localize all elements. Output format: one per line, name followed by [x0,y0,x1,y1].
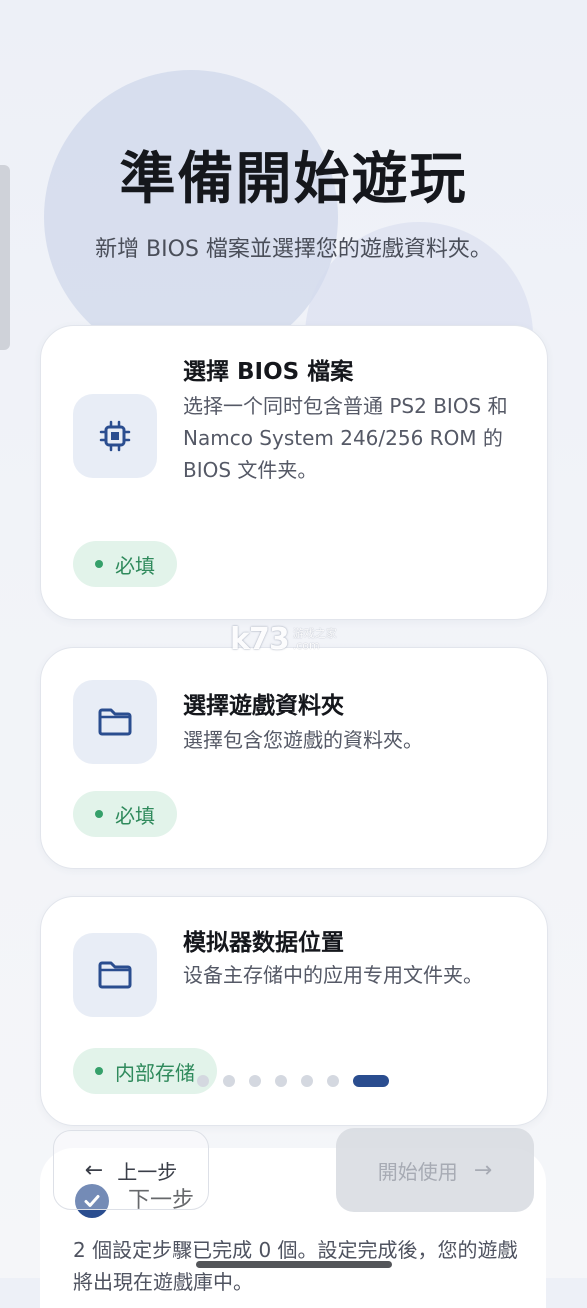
page-dot-active [353,1075,389,1087]
status-dot [95,560,103,568]
watermark-domain: .com [292,638,320,652]
watermark-logo: k73 [230,622,290,657]
chip-icon [73,394,157,478]
emulator-data-card[interactable]: 模拟器数据位置 设备主存储中的应用专用文件夹。 内部存储 [40,896,548,1126]
previous-button-label: 上一步 [117,1159,178,1184]
folder-icon [73,680,157,764]
watermark: k73 游戏之家 .com [230,622,337,657]
status-dot [95,810,103,818]
required-badge: 必填 [73,791,177,837]
page-subtitle: 新增 BIOS 檔案並選擇您的遊戲資料夾。 [95,237,492,262]
page-indicator [197,1075,389,1087]
page-dot [275,1075,287,1087]
page-dot [327,1075,339,1087]
page-dot [197,1075,209,1087]
start-button-label: 開始使用 [377,1159,458,1184]
required-badge: 必填 [73,541,177,587]
card-description: 设备主存储中的应用专用文件夹。 [183,963,483,987]
badge-label: 内部存储 [115,1060,195,1085]
folder-icon [73,933,157,1017]
game-folder-card[interactable]: 選擇遊戲資料夾 選擇包含您遊戲的資料夾。 必填 [40,647,548,869]
previous-button[interactable]: ← 上一步 [53,1130,209,1210]
badge-label: 必填 [115,803,155,828]
arrow-left-icon: ← [84,1157,104,1183]
watermark-site: 游戏之家 .com [292,627,337,652]
bios-card[interactable]: 選擇 BIOS 檔案 选择一个同时包含普通 PS2 BIOS 和 Namco S… [40,325,548,620]
page-title: 準備開始遊玩 [119,147,468,212]
page-dot [301,1075,313,1087]
start-button[interactable]: 開始使用 → [336,1128,534,1212]
home-indicator[interactable] [196,1261,392,1268]
internal-storage-badge: 内部存储 [73,1048,217,1094]
card-title: 選擇遊戲資料夾 [183,693,344,719]
page-dot [249,1075,261,1087]
card-description: 選擇包含您遊戲的資料夾。 [183,728,423,752]
card-title: 選擇 BIOS 檔案 [183,359,354,385]
card-title: 模拟器数据位置 [183,930,344,956]
status-dot [95,1067,103,1075]
page-dot [223,1075,235,1087]
badge-label: 必填 [115,553,155,578]
card-description: 选择一个同时包含普通 PS2 BIOS 和 Namco System 246/2… [183,394,508,482]
arrow-right-icon: → [473,1157,493,1183]
